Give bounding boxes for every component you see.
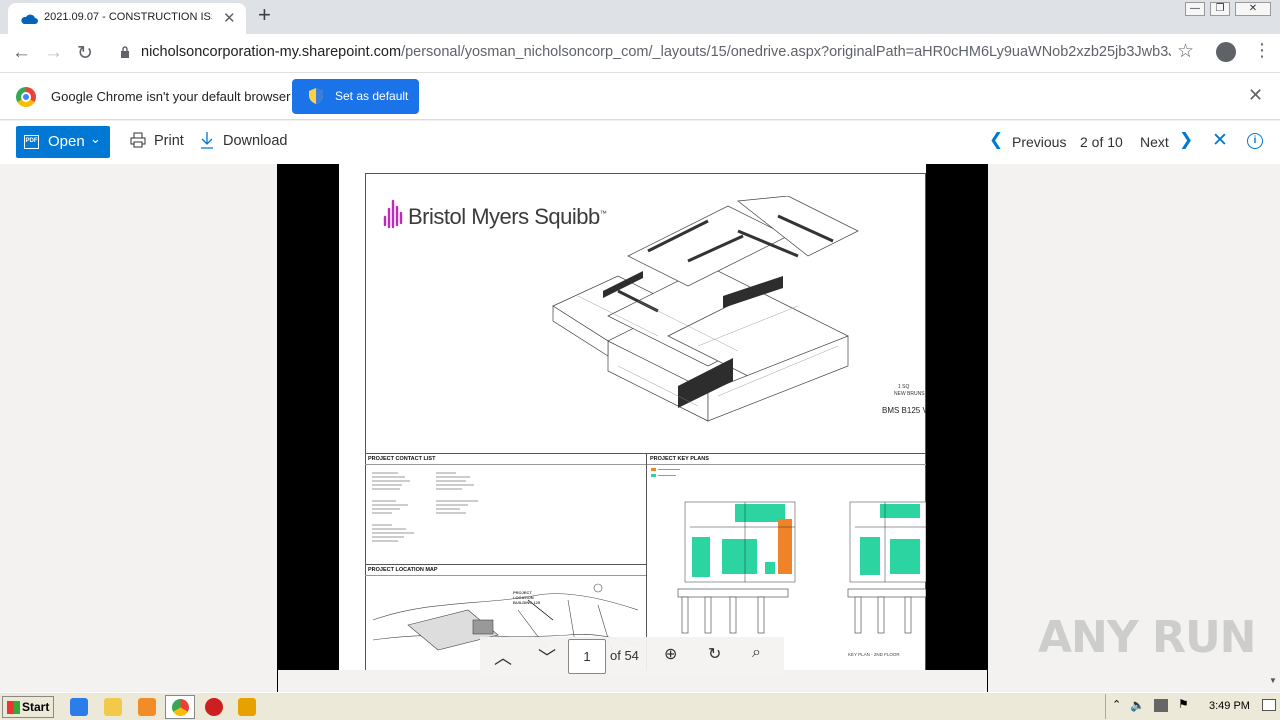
action-center-flag-icon[interactable]: ⚑ xyxy=(1178,697,1189,711)
infobar-message: Google Chrome isn't your default browser xyxy=(51,89,291,104)
print-button[interactable]: Print xyxy=(154,133,184,149)
viewer-command-bar: PDF Open ⌄ Print Download ❮ Previous 2 o… xyxy=(0,121,1280,164)
lock-icon xyxy=(121,46,129,58)
title-block-line1: 1 SQ xyxy=(898,384,910,390)
default-browser-infobar: Google Chrome isn't your default browser… xyxy=(0,72,1280,120)
next-button[interactable]: Next xyxy=(1140,134,1169,150)
zoom-in-icon[interactable]: ⊕ xyxy=(664,644,677,664)
system-tray: ⌃ 🔈 ⚑ xyxy=(1105,694,1278,719)
chevron-up-icon[interactable]: ︿ xyxy=(494,644,512,670)
open-button[interactable]: PDF Open ⌄ xyxy=(16,126,110,158)
search-icon[interactable]: ⌕ xyxy=(752,644,761,662)
tab-close-icon[interactable]: ✕ xyxy=(223,9,236,27)
tray-expand-icon[interactable]: ⌃ xyxy=(1112,698,1121,711)
chrome-icon xyxy=(172,699,189,716)
previous-button[interactable]: Previous xyxy=(1012,134,1066,150)
chevron-left-icon[interactable]: ❮ xyxy=(989,130,1003,150)
kebab-menu-icon[interactable]: ⋮ xyxy=(1253,40,1271,61)
minimize-button[interactable]: — xyxy=(1185,2,1205,16)
download-icon[interactable] xyxy=(199,131,215,149)
infobar-close-icon[interactable]: ✕ xyxy=(1248,85,1263,106)
onedrive-cloud-icon xyxy=(21,14,38,24)
tab-title: 2021.09.07 - CONSTRUCTION ISSUED xyxy=(44,11,212,23)
open-label: Open xyxy=(48,133,85,150)
restore-button[interactable]: ❐ xyxy=(1210,2,1230,16)
close-viewer-icon[interactable]: ✕ xyxy=(1212,129,1228,152)
total-pages: of 54 xyxy=(610,648,639,663)
bms-logo-mark xyxy=(383,199,403,229)
back-icon[interactable]: ← xyxy=(12,42,31,64)
printer-icon[interactable] xyxy=(130,131,146,149)
taskbar-clock: 3:49 PM xyxy=(1209,700,1250,712)
url-domain: nicholsoncorporation-my.sharepoint.com xyxy=(141,44,402,60)
start-button[interactable]: Start xyxy=(2,696,54,718)
chevron-down-icon: ⌄ xyxy=(90,131,101,146)
forward-icon[interactable]: → xyxy=(44,42,63,64)
chrome-taskbar-button[interactable] xyxy=(165,695,195,719)
bookmark-star-icon[interactable]: ☆ xyxy=(1177,40,1194,63)
profile-avatar-icon[interactable] xyxy=(1216,42,1236,62)
info-icon[interactable]: i xyxy=(1247,133,1263,149)
chevron-down-icon[interactable]: ﹀ xyxy=(538,644,556,670)
windows-taskbar: Start ⌃ 🔈 ⚑ 3:49 PM xyxy=(0,692,1280,720)
close-window-button[interactable]: ✕ xyxy=(1235,2,1271,16)
set-default-label: Set as default xyxy=(335,89,409,103)
media-player-icon[interactable] xyxy=(138,698,156,716)
sheet-divider-location-header xyxy=(365,575,646,576)
start-label: Start xyxy=(22,700,50,714)
contact-list-heading: PROJECT CONTACT LIST xyxy=(368,456,436,462)
contact-list-text-block xyxy=(372,472,478,542)
url-path: /personal/yosman_nicholsoncorp_com/_layo… xyxy=(401,44,1171,60)
location-map-heading: PROJECT LOCATION MAP xyxy=(368,567,438,573)
isometric-building-drawing xyxy=(552,196,859,422)
chrome-logo-icon xyxy=(16,87,36,107)
volume-icon[interactable]: 🔈 xyxy=(1130,698,1145,712)
folder-icon[interactable] xyxy=(104,698,122,716)
chevron-right-icon[interactable]: ❯ xyxy=(1179,130,1193,150)
new-tab-button[interactable]: + xyxy=(258,2,271,28)
set-default-button[interactable]: Set as default xyxy=(292,79,419,114)
title-block-line2: NEW BRUNS xyxy=(894,391,925,397)
browser-toolbar: ← → ↻ nicholsoncorporation-my.sharepoint… xyxy=(0,34,1280,72)
key-plan-2nd-floor-label: KEY PLAN - 2ND FLOOR xyxy=(848,652,900,657)
key-plans-heading: PROJECT KEY PLANS xyxy=(650,456,709,462)
sheet-divider-location xyxy=(365,564,646,565)
show-desktop-icon[interactable] xyxy=(1262,699,1276,711)
tab-strip: 2021.09.07 - CONSTRUCTION ISSUED ✕ + — ❐… xyxy=(0,0,1280,34)
page-number-input[interactable]: 1 xyxy=(568,639,606,674)
browser-tab[interactable]: 2021.09.07 - CONSTRUCTION ISSUED ✕ xyxy=(8,3,246,34)
anyrun-watermark: ANY RUN xyxy=(1038,612,1256,663)
windows-flag-icon xyxy=(7,701,20,714)
opera-icon[interactable] xyxy=(205,698,223,716)
network-icon[interactable] xyxy=(1154,699,1168,712)
address-bar[interactable]: nicholsoncorporation-my.sharepoint.com/p… xyxy=(141,44,1171,60)
app-icon[interactable] xyxy=(238,698,256,716)
download-button[interactable]: Download xyxy=(223,133,288,149)
vertical-scrollbar[interactable]: ▼ xyxy=(1266,164,1280,692)
internet-explorer-icon[interactable] xyxy=(70,698,88,716)
key-plans-drawing xyxy=(651,468,926,634)
project-location-label: PROJECT LOCATION BUILDING 125 xyxy=(513,590,541,605)
title-block-line3: BMS B125 V xyxy=(882,406,926,415)
rotate-icon[interactable]: ↻ xyxy=(708,644,721,664)
file-count: 2 of 10 xyxy=(1080,134,1123,150)
reload-icon[interactable]: ↻ xyxy=(77,42,93,65)
scroll-down-arrow-icon[interactable]: ▼ xyxy=(1269,676,1277,685)
pdf-icon: PDF xyxy=(24,135,39,149)
shield-icon xyxy=(309,88,323,104)
